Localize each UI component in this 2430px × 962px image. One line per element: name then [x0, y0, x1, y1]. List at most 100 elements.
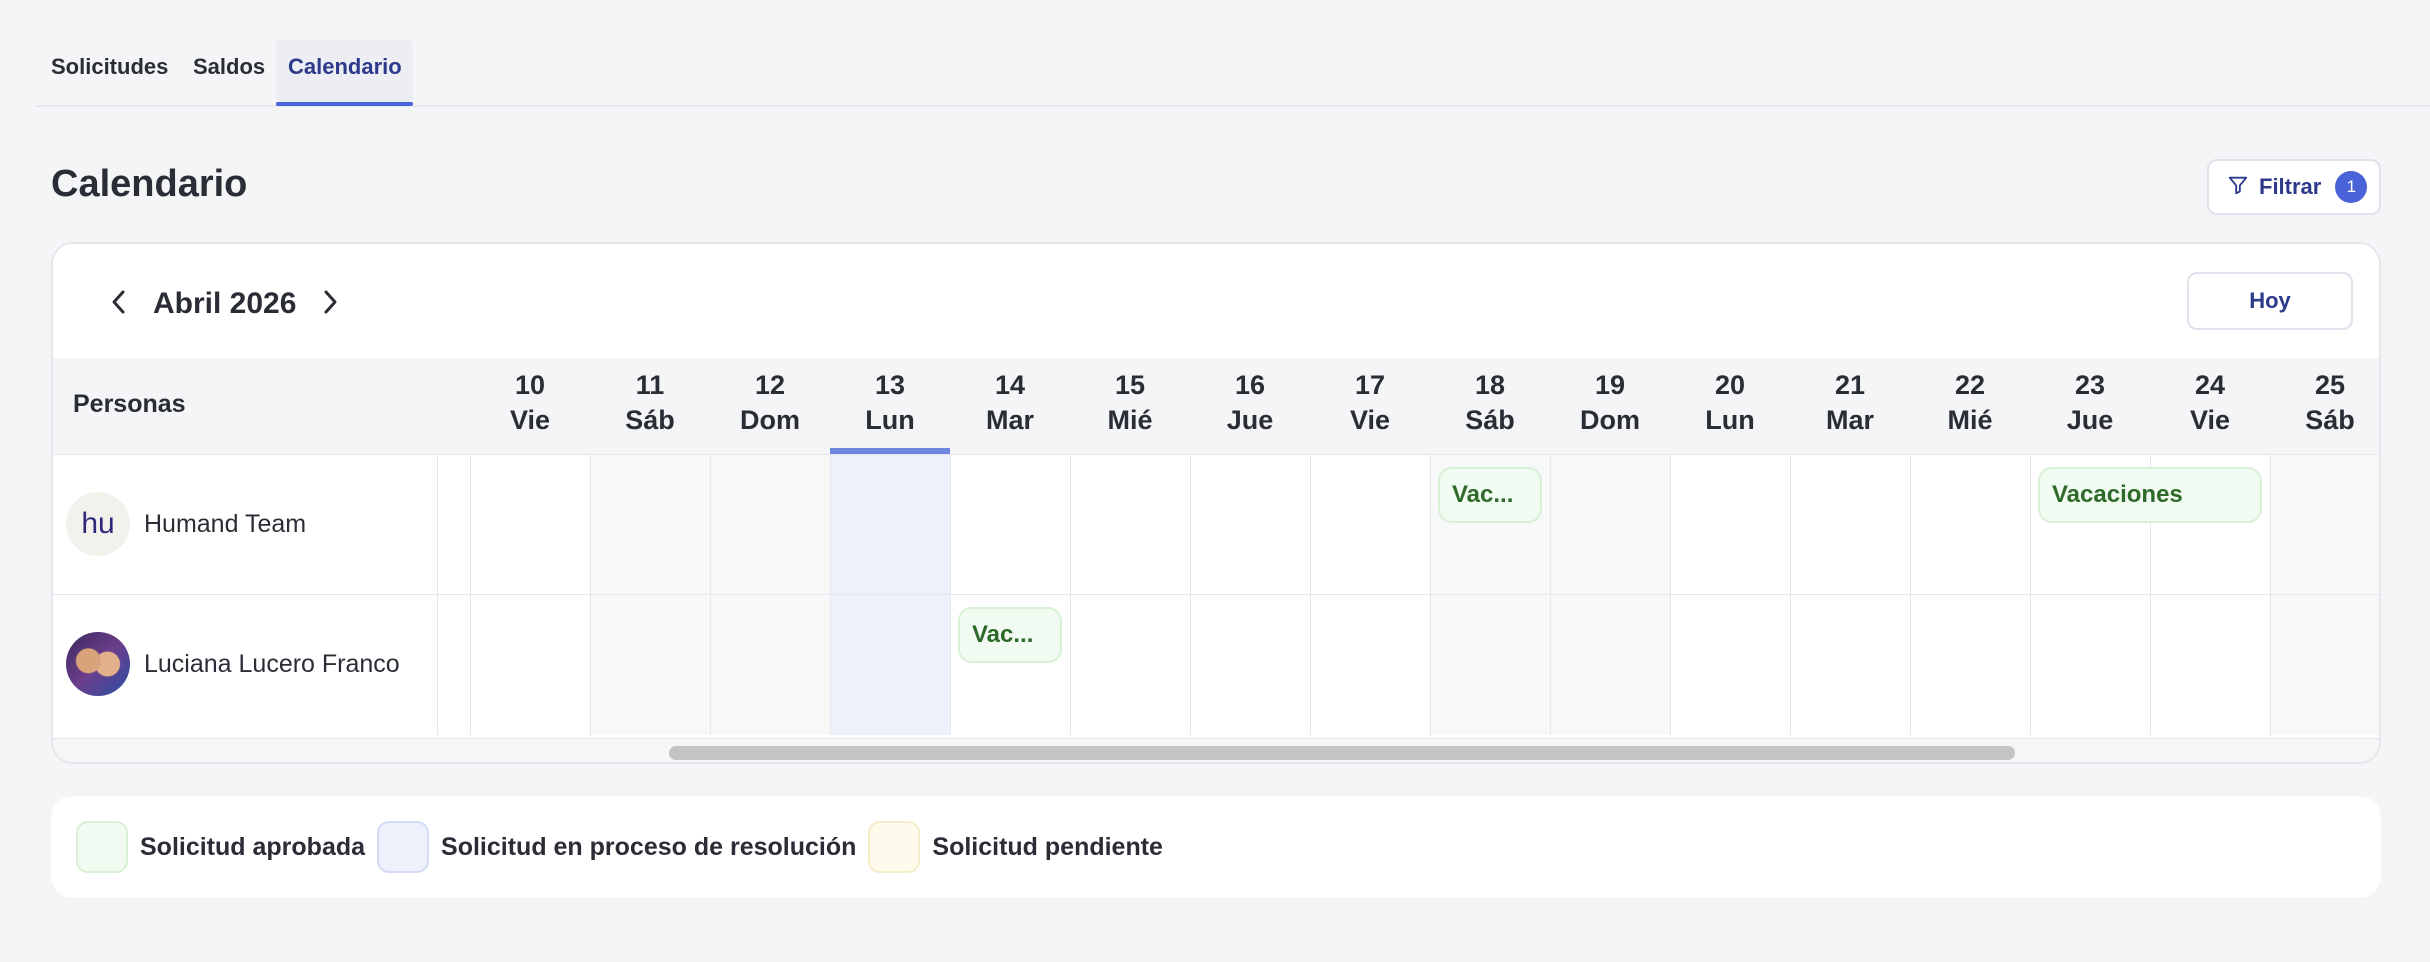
day-cell[interactable]: [1550, 595, 1670, 735]
day-number: 22: [1954, 370, 1986, 400]
day-cell[interactable]: [1550, 455, 1670, 595]
page-title: Calendario: [51, 163, 248, 205]
day-number: 19: [1594, 370, 1626, 400]
next-month-button[interactable]: [310, 280, 350, 328]
person-name: Humand Team: [144, 509, 307, 538]
day-header: 15 Mié: [1070, 358, 1190, 454]
filter-icon: [2227, 174, 2249, 201]
day-header: 14 Mar: [950, 358, 1070, 454]
legend-label: Solicitud aprobada: [140, 832, 366, 861]
horizontal-scrollbar[interactable]: [53, 738, 2379, 762]
vacation-event[interactable]: Vac...: [1438, 467, 1542, 523]
calendar-card: Abril 2026 Hoy Personas 10 Vie 11 Sáb 12 Dom 1…: [51, 242, 2381, 764]
day-name: Jue: [2066, 405, 2114, 435]
day-name: Sáb: [625, 405, 675, 435]
day-number: 10: [514, 370, 546, 400]
tab-saldos[interactable]: Saldos: [193, 54, 265, 80]
day-header: 19 Dom: [1550, 358, 1670, 454]
month-label: Abril 2026: [153, 287, 297, 320]
tab-solicitudes[interactable]: Solicitudes: [51, 54, 168, 80]
day-number: 17: [1354, 370, 1386, 400]
day-cell[interactable]: [710, 455, 830, 595]
day-name: Vie: [1349, 405, 1391, 435]
day-header: 17 Vie: [1310, 358, 1430, 454]
previous-month-button[interactable]: [99, 280, 139, 328]
day-cell[interactable]: [470, 455, 590, 595]
day-cell[interactable]: [1790, 455, 1910, 595]
person-info[interactable]: hu Humand Team: [66, 492, 306, 556]
day-number: 15: [1114, 370, 1146, 400]
day-cell[interactable]: [470, 595, 590, 735]
month-navigator: Abril 2026: [99, 280, 350, 328]
legend-item: Solicitud en proceso de resolución: [377, 821, 856, 873]
day-name: Dom: [740, 405, 800, 435]
day-header: 20 Lun: [1670, 358, 1790, 454]
day-header: 13 Lun: [830, 358, 950, 454]
day-cell[interactable]: [1790, 595, 1910, 735]
day-name: Mié: [1947, 405, 1993, 435]
day-cell[interactable]: [1670, 595, 1790, 735]
avatar: [66, 632, 130, 696]
day-cell[interactable]: [1670, 455, 1790, 595]
legend-swatch: [76, 821, 128, 873]
day-header: 24 Vie: [2150, 358, 2270, 454]
day-number: 24: [2194, 370, 2226, 400]
day-header: 12 Dom: [710, 358, 830, 454]
day-cell[interactable]: [1070, 595, 1190, 735]
person-info[interactable]: Luciana Lucero Franco: [66, 632, 400, 696]
calendar-header-row: Personas 10 Vie 11 Sáb 12 Dom 13 Lun 14 Mar 15 Mié 1…: [53, 358, 2379, 454]
legend-item: Solicitud aprobada: [76, 821, 365, 873]
day-cell[interactable]: [1430, 595, 1550, 735]
day-header: 25 Sáb: [2270, 358, 2379, 454]
day-number: 21: [1834, 370, 1866, 400]
chevron-left-icon: [109, 288, 129, 321]
legend-label: Solicitud en proceso de resolución: [441, 832, 857, 861]
day-header: 21 Mar: [1790, 358, 1910, 454]
legend-label: Solicitud pendiente: [932, 832, 1163, 861]
filter-count-badge: 1: [2335, 171, 2368, 203]
tab-calendario[interactable]: Calendario: [288, 54, 402, 80]
day-cell[interactable]: [590, 455, 710, 595]
person-row: Luciana Lucero Franco Vac...: [53, 594, 2379, 735]
day-header: 11 Sáb: [590, 358, 710, 454]
legend-item: Solicitud pendiente: [868, 821, 1163, 873]
day-cell[interactable]: [2150, 595, 2270, 735]
vacation-event[interactable]: Vac...: [958, 607, 1062, 663]
day-cell[interactable]: [710, 595, 830, 735]
legend: Solicitud aprobada Solicitud en proceso d…: [51, 796, 2381, 898]
day-cell[interactable]: [1310, 595, 1430, 735]
day-cell[interactable]: [1910, 595, 2030, 735]
chevron-right-icon: [320, 288, 340, 321]
day-name: Sáb: [1465, 405, 1515, 435]
vacation-event[interactable]: Vacaciones: [2038, 467, 2262, 523]
day-cell[interactable]: [1910, 455, 2030, 595]
day-cell[interactable]: [830, 595, 950, 735]
scrollbar-thumb[interactable]: [669, 746, 2015, 760]
day-cell[interactable]: [830, 455, 950, 595]
filter-button[interactable]: Filtrar 1: [2207, 159, 2381, 215]
day-cell[interactable]: [2030, 595, 2150, 735]
day-cell[interactable]: [950, 455, 1070, 595]
day-number: 13: [874, 370, 906, 400]
day-cell[interactable]: [1190, 595, 1310, 735]
day-name: Sáb: [2305, 405, 2355, 435]
day-cell[interactable]: [2270, 455, 2379, 595]
day-name: Lun: [865, 405, 915, 435]
day-header: 16 Jue: [1190, 358, 1310, 454]
day-number: 16: [1234, 370, 1266, 400]
day-cell[interactable]: [590, 595, 710, 735]
day-name: Mié: [1107, 405, 1153, 435]
day-number: 25: [2314, 370, 2346, 400]
day-cell[interactable]: [1070, 455, 1190, 595]
legend-swatch: [377, 821, 430, 873]
day-number: 23: [2074, 370, 2106, 400]
day-cell[interactable]: [1310, 455, 1430, 595]
legend-swatch: [868, 821, 921, 873]
day-header: 23 Jue: [2030, 358, 2150, 454]
day-cell[interactable]: [1190, 455, 1310, 595]
day-name: Mar: [985, 405, 1034, 435]
day-number: 12: [754, 370, 786, 400]
day-cell[interactable]: [2270, 595, 2379, 735]
today-button[interactable]: Hoy: [2187, 272, 2353, 330]
day-header: 22 Mié: [1910, 358, 2030, 454]
